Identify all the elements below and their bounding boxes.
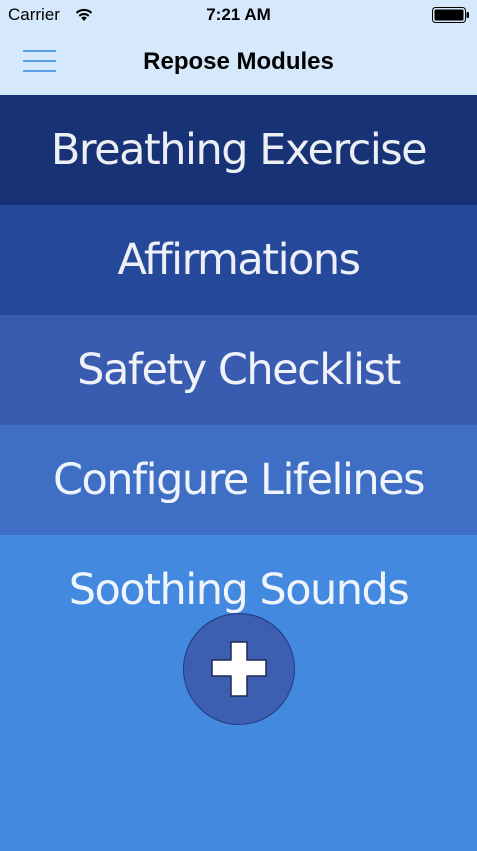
- module-label: Breathing Exercise: [50, 125, 428, 175]
- battery-icon: [432, 7, 470, 23]
- add-button[interactable]: [183, 613, 295, 725]
- module-label: Soothing Sounds: [68, 565, 410, 615]
- navigation-bar: Repose Modules: [0, 30, 477, 95]
- module-breathing-exercise[interactable]: Breathing Exercise: [0, 95, 477, 205]
- plus-icon: [211, 641, 267, 697]
- module-label: Safety Checklist: [77, 345, 401, 395]
- clock-time: 7:21 AM: [206, 5, 271, 24]
- app-screen: Carrier 7:21 AM Repose Modules Breathing…: [0, 0, 477, 851]
- module-label: Affirmations: [117, 235, 361, 285]
- top-bar: Carrier 7:21 AM Repose Modules: [0, 0, 477, 95]
- module-label: Configure Lifelines: [52, 455, 426, 505]
- module-configure-lifelines[interactable]: Configure Lifelines: [0, 425, 477, 535]
- page-title: Repose Modules: [143, 48, 334, 75]
- module-safety-checklist[interactable]: Safety Checklist: [0, 315, 477, 425]
- status-bar: Carrier 7:21 AM: [0, 0, 477, 30]
- module-affirmations[interactable]: Affirmations: [0, 205, 477, 315]
- module-list: Breathing Exercise Affirmations Safety C…: [0, 95, 477, 645]
